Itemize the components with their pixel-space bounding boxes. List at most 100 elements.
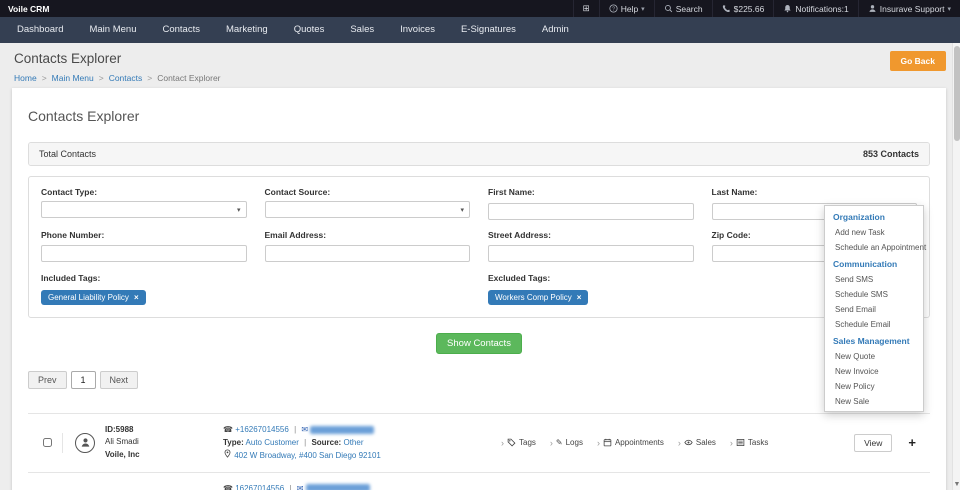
nav-item-sales[interactable]: Sales — [337, 17, 387, 43]
contact-type-value[interactable]: Auto Customer — [246, 438, 299, 447]
contact-id: ID:5988 — [105, 424, 134, 434]
help-menu[interactable]: ? Help ▾ — [598, 0, 654, 17]
phone-icon: ☎ — [223, 425, 233, 434]
menu-item-new-policy[interactable]: New Policy — [825, 379, 923, 394]
menu-item-new-sale[interactable]: New Sale — [825, 394, 923, 409]
contact-company: Voile, Inc — [105, 450, 140, 460]
menu-item-send-email[interactable]: Send Email — [825, 302, 923, 317]
tag-label: Workers Comp Policy — [495, 293, 572, 302]
contact-type-select[interactable]: ▾ — [41, 201, 247, 218]
contact-phone-link[interactable]: +16267014556 — [235, 425, 289, 434]
email-address-input[interactable] — [264, 245, 470, 262]
excluded-tag-chip[interactable]: Workers Comp Policy × — [488, 290, 589, 305]
first-name-label: First Name: — [488, 187, 535, 197]
card-heading: Contacts Explorer — [28, 108, 140, 124]
menu-item-add-new-task[interactable]: Add new Task — [825, 225, 923, 240]
task-list-icon — [736, 438, 745, 447]
street-address-input[interactable] — [488, 245, 694, 262]
phone-number-input[interactable] — [41, 245, 247, 262]
next-page-button[interactable]: Next — [99, 371, 139, 389]
pagination: Prev 1 Next — [28, 371, 930, 389]
search-button[interactable]: Search — [653, 0, 712, 17]
chevron-right-icon: › — [596, 437, 600, 448]
nav-item-quotes[interactable]: Quotes — [281, 17, 338, 43]
breadcrumb-home[interactable]: Home — [14, 73, 37, 83]
notifications-label: Notifications:1 — [795, 3, 849, 14]
contact-checkbox[interactable] — [43, 438, 52, 448]
contact-name: Ali Smadi — [105, 437, 139, 447]
menu-item-schedule-sms[interactable]: Schedule SMS — [825, 287, 923, 302]
first-name-input[interactable] — [488, 202, 694, 220]
chevron-down-icon: ▾ — [460, 206, 464, 214]
avatar — [75, 432, 95, 453]
go-back-button[interactable]: Go Back — [889, 51, 946, 71]
sales-action[interactable]: › Sales — [678, 438, 716, 448]
nav-item-marketing[interactable]: Marketing — [213, 17, 281, 43]
notifications-button[interactable]: Notifications:1 — [773, 0, 857, 17]
last-name-label: Last Name: — [711, 187, 758, 197]
contact-phone-link[interactable]: 16267014556 — [235, 484, 284, 490]
page-1-button[interactable]: 1 — [70, 371, 96, 389]
remove-tag-icon[interactable]: × — [577, 293, 582, 302]
show-contacts-button[interactable]: Show Contacts — [436, 333, 522, 354]
brand-logo[interactable]: Voile CRM — [8, 4, 49, 14]
contact-email-redacted[interactable] — [305, 484, 370, 490]
menu-section-sales-management: Sales Management — [833, 335, 910, 346]
breadcrumb-contacts[interactable]: Contacts — [109, 73, 143, 83]
total-contacts-label: Total Contacts — [39, 149, 97, 159]
phone-icon: ☎ — [223, 483, 233, 490]
scrollbar-thumb[interactable] — [954, 46, 960, 141]
email-address-label: Email Address: — [264, 229, 327, 240]
contact-source-select[interactable]: ▾ — [264, 201, 470, 218]
page-header: Contacts Explorer Home > Main Menu > Con… — [0, 43, 960, 83]
contact-source-value[interactable]: Other — [343, 438, 363, 447]
prev-page-button[interactable]: Prev — [28, 371, 67, 389]
chevron-right-icon: › — [549, 437, 553, 448]
apps-grid-button[interactable]: ⊞ — [572, 0, 599, 17]
menu-item-new-quote[interactable]: New Quote — [825, 349, 923, 364]
menu-item-schedule-email[interactable]: Schedule Email — [825, 317, 923, 332]
source-label: Source: — [311, 438, 342, 448]
chevron-down-icon: ▾ — [236, 206, 241, 214]
logs-action[interactable]: › ✎ Logs — [550, 438, 583, 448]
chevron-right-icon: › — [501, 437, 504, 448]
menu-item-schedule-appointment[interactable]: Schedule an Appointment — [825, 240, 926, 255]
view-button[interactable]: View — [854, 433, 893, 452]
topbar-right: ⊞ ? Help ▾ Search $225.66 Notifications:… — [572, 0, 960, 17]
contact-address-link[interactable]: 402 W Broadway, #400 San Diego 92101 — [234, 451, 381, 460]
total-contacts-value: 853 Contacts — [862, 149, 919, 159]
row-actions: › Tags › ✎ Logs › Appointments › Sales ›… — [501, 438, 768, 448]
row-plus-button[interactable]: + — [908, 435, 916, 450]
total-contacts-panel: Total Contacts 853 Contacts — [28, 142, 930, 166]
contact-email-redacted[interactable] — [310, 425, 375, 434]
contact-source-label: Contact Source: — [264, 187, 331, 197]
nav-item-contacts[interactable]: Contacts — [149, 17, 213, 43]
nav-item-dashboard[interactable]: Dashboard — [4, 17, 76, 43]
nav-item-invoices[interactable]: Invoices — [387, 17, 448, 43]
nav-item-main-menu[interactable]: Main Menu — [76, 17, 149, 43]
contacts-explorer-card: Contacts Explorer Total Contacts 853 Con… — [12, 88, 946, 490]
balance-button[interactable]: $225.66 — [711, 0, 774, 17]
chevron-down-icon: ▾ — [947, 5, 951, 13]
nav-item-esignatures[interactable]: E-Signatures — [448, 17, 529, 43]
filters-panel: Contact Type: ▾ Contact Source: ▾ First … — [28, 176, 930, 318]
included-tag-chip[interactable]: General Liability Policy × — [41, 290, 146, 305]
app-screen: Voile CRM ⊞ ? Help ▾ Search $225.66 Noti… — [0, 0, 960, 490]
vertical-scrollbar[interactable]: ▼ — [952, 43, 960, 490]
envelope-icon: ✉ — [296, 483, 304, 490]
appointments-action[interactable]: › Appointments — [597, 438, 664, 448]
user-menu[interactable]: Insurave Support ▾ — [857, 0, 960, 17]
tags-action[interactable]: › Tags — [501, 438, 536, 448]
menu-item-new-invoice[interactable]: New Invoice — [825, 364, 923, 379]
nav-item-admin[interactable]: Admin — [529, 17, 582, 43]
menu-item-send-sms[interactable]: Send SMS — [825, 272, 923, 287]
user-icon — [868, 4, 877, 13]
tasks-action[interactable]: › Tasks — [730, 438, 768, 448]
search-icon — [664, 4, 673, 13]
balance-value: $225.66 — [733, 3, 765, 14]
separator: | — [289, 483, 292, 490]
breadcrumb-main-menu[interactable]: Main Menu — [52, 73, 94, 83]
remove-tag-icon[interactable]: × — [134, 293, 139, 302]
phone-credit-icon — [722, 4, 731, 13]
scroll-down-arrow[interactable]: ▼ — [953, 479, 960, 490]
